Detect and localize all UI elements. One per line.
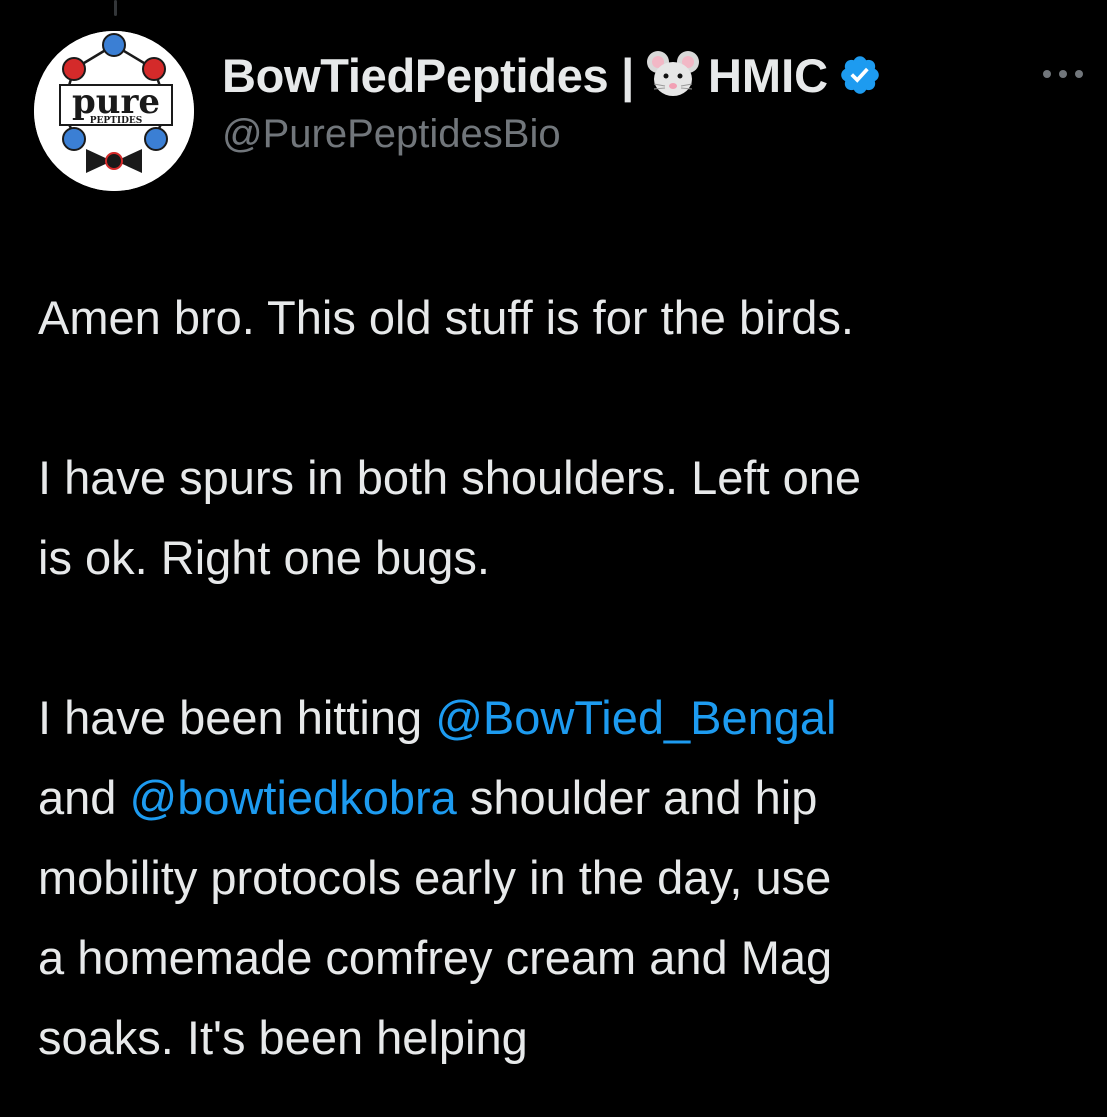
thread-connector-line	[114, 0, 117, 16]
tweet-text-line: mobility protocols early in the day, use	[38, 851, 832, 904]
mention-link-bowtiedkobra[interactable]: @bowtiedkobra	[129, 771, 456, 824]
author-name-row[interactable]: BowTiedPeptides | HMIC	[222, 44, 1087, 106]
author-display-name[interactable]: BowTiedPeptides |	[222, 48, 634, 103]
author-title-suffix[interactable]: HMIC	[708, 48, 828, 103]
tweet-paragraph-3: I have been hitting @BowTied_Bengal and …	[38, 678, 1098, 1078]
tweet-text: Amen bro. This old stuff is for the bird…	[38, 278, 1098, 1078]
tweet-text-line: Amen bro. This old stuff is for the bird…	[38, 291, 854, 344]
tweet-header: BowTiedPeptides | HMIC @PurePeptidesBio	[222, 44, 1087, 174]
avatar-brand-sub: PEPTIDES	[90, 116, 142, 126]
tweet-text-segment: and	[38, 771, 130, 824]
pure-peptides-logo: pure PEPTIDES	[34, 31, 194, 191]
tweet-text-line: a homemade comfrey cream and Mag	[38, 931, 833, 984]
author-handle[interactable]: @PurePeptidesBio	[222, 108, 1087, 160]
mouse-face-icon	[646, 48, 700, 102]
tweet-paragraph-2: I have spurs in both shoulders. Left one…	[38, 438, 1098, 598]
avatar[interactable]: pure PEPTIDES	[34, 31, 194, 191]
tweet-text-segment: I have been hitting	[38, 691, 436, 744]
tweet-text-line: I have spurs in both shoulders. Left one	[38, 451, 862, 504]
mention-link-bowtied-bengal[interactable]: @BowTied_Bengal	[435, 691, 836, 744]
tweet-paragraph-1: Amen bro. This old stuff is for the bird…	[38, 278, 1098, 358]
verified-badge-icon[interactable]	[838, 53, 882, 97]
tweet-text-line: is ok. Right one bugs.	[38, 531, 490, 584]
tweet-text-line: soaks. It's been helping	[38, 1011, 528, 1064]
more-options-icon[interactable]	[1039, 62, 1087, 86]
tweet-text-segment: shoulder and hip	[456, 771, 818, 824]
